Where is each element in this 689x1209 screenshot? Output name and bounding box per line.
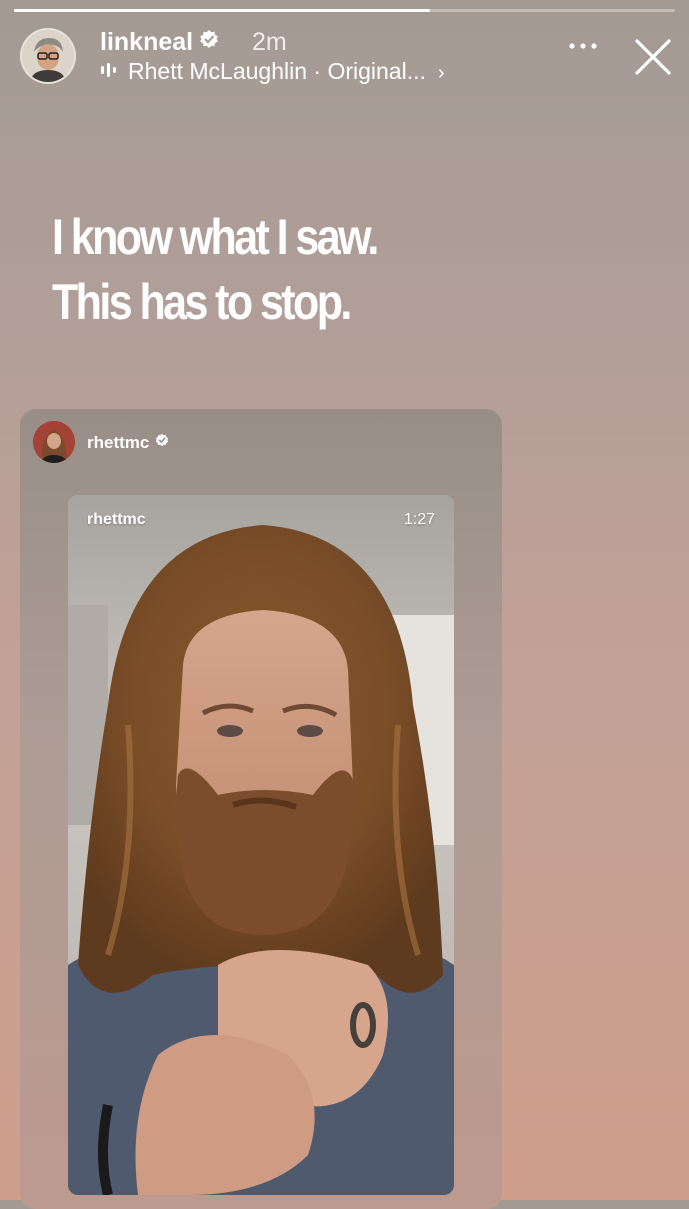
audio-attribution[interactable]: Rhett McLaughlin · Original... › [100, 58, 445, 85]
video-thumbnail[interactable]: rhettmc 1:27 [68, 495, 454, 1195]
shared-post-card[interactable]: rhettmc rhettmc 1:27 [20, 409, 502, 1209]
verified-badge-icon [199, 27, 219, 56]
author-avatar[interactable] [20, 28, 76, 84]
story-progress-bar [14, 9, 675, 12]
more-options-icon[interactable] [568, 38, 598, 50]
video-duration: 1:27 [403, 511, 435, 528]
video-username: rhettmc [87, 511, 146, 528]
story-progress-fill [14, 9, 431, 12]
story-caption: I know what I saw. This has to stop. [52, 205, 534, 335]
author-username[interactable]: linkneal [100, 28, 219, 57]
close-icon[interactable] [634, 38, 672, 76]
verified-badge-icon [155, 432, 169, 452]
caption-line: I know what I saw. [52, 209, 379, 265]
shared-post-username[interactable]: rhettmc [87, 433, 169, 453]
video-frame-image [68, 495, 454, 1195]
story-header: linkneal 2m Rhett McLaughlin · Original.… [20, 26, 675, 86]
caption-line: This has to stop. [52, 274, 352, 330]
chevron-right-icon: › [437, 62, 445, 84]
audio-track: · Original... [313, 58, 426, 84]
shared-post-avatar[interactable] [33, 421, 75, 463]
audio-wave-icon [100, 57, 118, 84]
audio-artist: Rhett McLaughlin [128, 58, 307, 84]
post-time: 2m [252, 28, 287, 56]
